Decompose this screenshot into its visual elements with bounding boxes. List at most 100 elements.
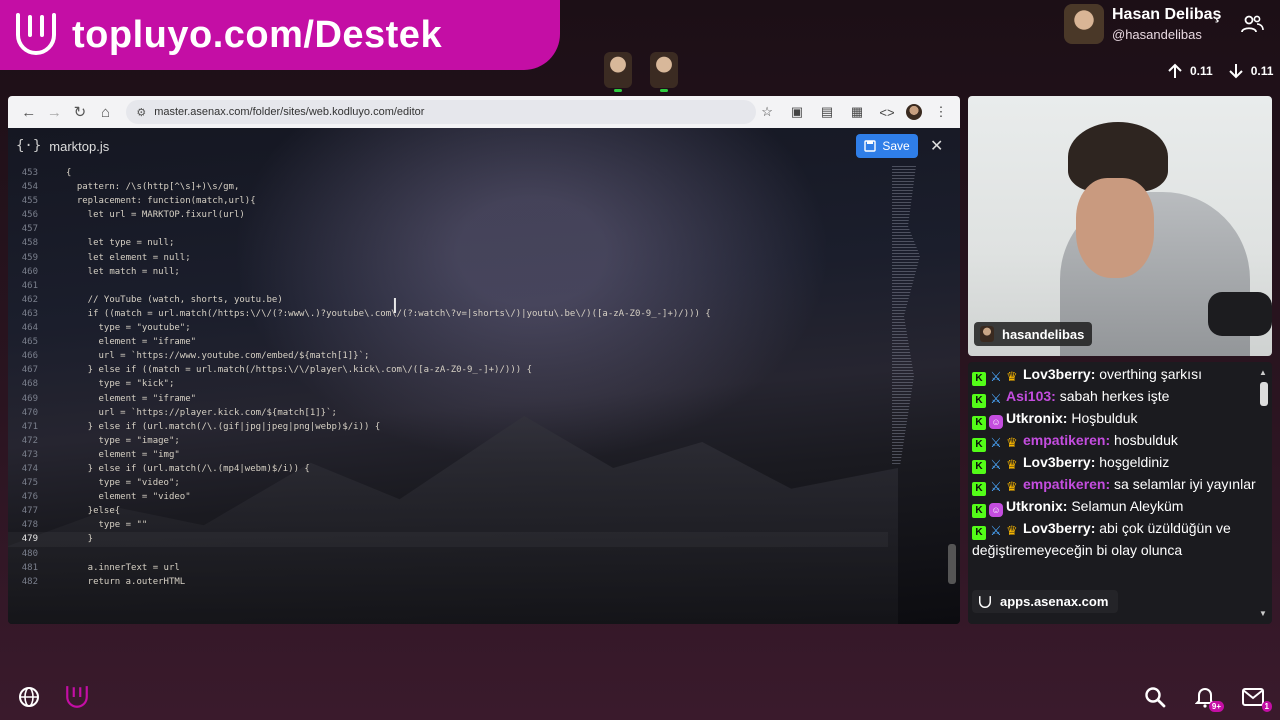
close-icon[interactable]: ✕ [930, 136, 943, 156]
save-icon [864, 140, 877, 152]
code-line[interactable]: 473 element = "img" [8, 448, 888, 462]
viewer-avatar[interactable] [604, 52, 632, 92]
chat-message-text: hoşgeldiniz [1095, 454, 1170, 470]
chat-username[interactable]: Lov3berry: [1023, 366, 1095, 382]
chat-username[interactable]: empatikeren: [1023, 432, 1110, 448]
code-line[interactable]: 460 let match = null; [8, 265, 888, 279]
viewer-avatar[interactable] [650, 52, 678, 92]
chat-username[interactable]: Utkronix: [1006, 410, 1067, 426]
code-text: let element = null; [66, 252, 191, 263]
chat-message: K ⚔ Asi103: sabah herkes işte [972, 386, 1256, 408]
code-line[interactable]: 464 type = "youtube"; [8, 321, 888, 335]
code-line[interactable]: 463 if ((match = url.match(/https:\/\/(?… [8, 307, 888, 321]
file-name: marktop.js [49, 138, 110, 154]
webcam-feed: hasandelibas [968, 96, 1272, 356]
code-line[interactable]: 474 } else if (url.match(/\.(mp4|webm)$/… [8, 462, 888, 476]
sword-badge-icon: ⚔ [990, 523, 1002, 538]
back-icon[interactable]: ← [16, 99, 42, 125]
chat-username[interactable]: Utkronix: [1006, 498, 1067, 514]
code-icon[interactable]: <> [876, 101, 898, 123]
webcam-user-name: hasandelibas [1002, 326, 1085, 342]
chat-username[interactable]: Lov3berry: [1023, 454, 1095, 470]
code-line[interactable]: 476 element = "video" [8, 490, 888, 504]
topluyo-banner[interactable]: topluyo.com/Destek [0, 0, 560, 70]
viewer-avatars [604, 52, 678, 92]
code-line[interactable]: 457 [8, 222, 888, 236]
chat-username[interactable]: Lov3berry: [1023, 520, 1095, 536]
site-info-icon[interactable]: ⚙ [136, 106, 146, 119]
search-icon[interactable] [1142, 684, 1168, 710]
code-line[interactable]: 454 pattern: /\s(http[^\s]+)\s/gm, [8, 180, 888, 194]
code-line[interactable]: 462 // YouTube (watch, shorts, youtu.be) [8, 293, 888, 307]
messages-mail-icon[interactable]: 1 [1240, 684, 1272, 712]
notifications-bell-icon[interactable]: 9+ [1192, 684, 1224, 712]
code-text: } else if ((match = url.match(/https:\/\… [66, 365, 532, 376]
code-line[interactable]: 469 element = "iframe" [8, 392, 888, 406]
line-number: 466 [21, 351, 38, 362]
kick-badge-icon: K [972, 504, 986, 518]
scroll-down-icon[interactable]: ▼ [1259, 609, 1267, 618]
devices-icon[interactable]: ▤ [816, 101, 838, 123]
code-line[interactable]: 459 let element = null; [8, 251, 888, 265]
save-button[interactable]: Save [856, 134, 918, 158]
chat-messages: K ⚔ ♛ Lov3berry: overthing şarkısı K ⚔ Asi103:… [972, 364, 1256, 562]
line-number: 456 [21, 210, 38, 221]
code-line[interactable]: 475 type = "video"; [8, 476, 888, 490]
profile-name: Hasan Delibaş [1112, 6, 1222, 23]
code-line[interactable]: 479 } [8, 532, 888, 547]
code-line[interactable]: 478 type = "" [8, 518, 888, 532]
scroll-up-icon[interactable]: ▲ [1259, 368, 1267, 377]
profile-card[interactable]: Hasan Delibaş @hasandelibas [1064, 4, 1221, 44]
code-line[interactable]: 455 replacement: function(match,url){ [8, 194, 888, 208]
browser-profile-avatar[interactable] [906, 104, 923, 120]
reload-icon[interactable]: ↻ [67, 99, 93, 125]
message-count-badge: 1 [1261, 701, 1272, 712]
forward-icon[interactable]: → [42, 99, 68, 125]
code-line[interactable]: 456 let url = MARKTOP.fixurl(url) [8, 208, 888, 222]
code-text: type = "" [66, 520, 148, 531]
code-line[interactable]: 467 } else if ((match = url.match(/https… [8, 363, 888, 377]
qr-icon[interactable]: ▦ [846, 101, 868, 123]
line-number: 460 [21, 266, 38, 277]
code-line[interactable]: 466 url = `https://www.youtube.com/embed… [8, 349, 888, 363]
code-area[interactable]: 453{454 pattern: /\s(http[^\s]+)\s/gm, 45… [8, 166, 888, 612]
extensions-icon[interactable]: ▣ [786, 101, 808, 123]
code-text: let type = null; [66, 238, 175, 249]
apps-tag[interactable]: apps.asenax.com [972, 590, 1119, 613]
line-number: 474 [21, 463, 38, 474]
chat-username[interactable]: Asi103: [1006, 388, 1056, 404]
network-stats: 0.11 0.11 [1166, 62, 1273, 80]
code-line[interactable]: 453 { [8, 166, 888, 180]
globe-icon[interactable] [16, 684, 42, 710]
code-line[interactable]: 471 } else if (url.match(/\.(gif|jpg|jpe… [8, 420, 888, 434]
code-minimap[interactable] [892, 166, 920, 466]
chat-username[interactable]: empatikeren: [1023, 476, 1110, 492]
users-icon[interactable] [1240, 14, 1264, 34]
line-number: 479 [21, 534, 38, 545]
code-text: } [66, 534, 94, 545]
crown-badge-icon: ♛ [1006, 435, 1018, 450]
code-line[interactable]: 472 type = "image"; [8, 434, 888, 448]
chat-scrollbar[interactable]: ▲ ▼ [1259, 368, 1268, 618]
topluyo-home-icon[interactable] [64, 684, 90, 710]
editor-vertical-scrollbar[interactable] [948, 544, 956, 584]
home-icon[interactable]: ⌂ [93, 99, 119, 125]
chat-message: K ⚔ ♛ empatikeren: sa selamlar iyi yayınlar [972, 474, 1256, 496]
code-line[interactable]: 461 [8, 279, 888, 293]
code-line[interactable]: 470 url = `https://player.kick.com/${mat… [8, 406, 888, 420]
line-number: 457 [21, 224, 38, 235]
code-line[interactable]: 477 }else{ [8, 504, 888, 518]
chat-scroll-thumb[interactable] [1260, 382, 1268, 406]
code-text: replacement: function(match,url){ [66, 196, 256, 207]
code-line[interactable]: 482 return a.outerHTML [8, 575, 888, 589]
code-line[interactable]: 481 a.innerText = url [8, 561, 888, 575]
code-line[interactable]: 465 element = "iframe" [8, 335, 888, 349]
code-text: if ((match = url.match(/https:\/\/(?:www… [66, 308, 711, 319]
address-bar[interactable]: ⚙ master.asenax.com/folder/sites/web.kod… [126, 100, 757, 124]
code-line[interactable]: 480 [8, 547, 888, 561]
menu-dots-icon[interactable]: ⋮ [930, 101, 952, 123]
chat-message-text: sabah herkes işte [1055, 388, 1170, 404]
code-line[interactable]: 468 type = "kick"; [8, 377, 888, 391]
code-line[interactable]: 458 let type = null; [8, 236, 888, 250]
bookmark-star-icon[interactable]: ☆ [756, 101, 778, 123]
